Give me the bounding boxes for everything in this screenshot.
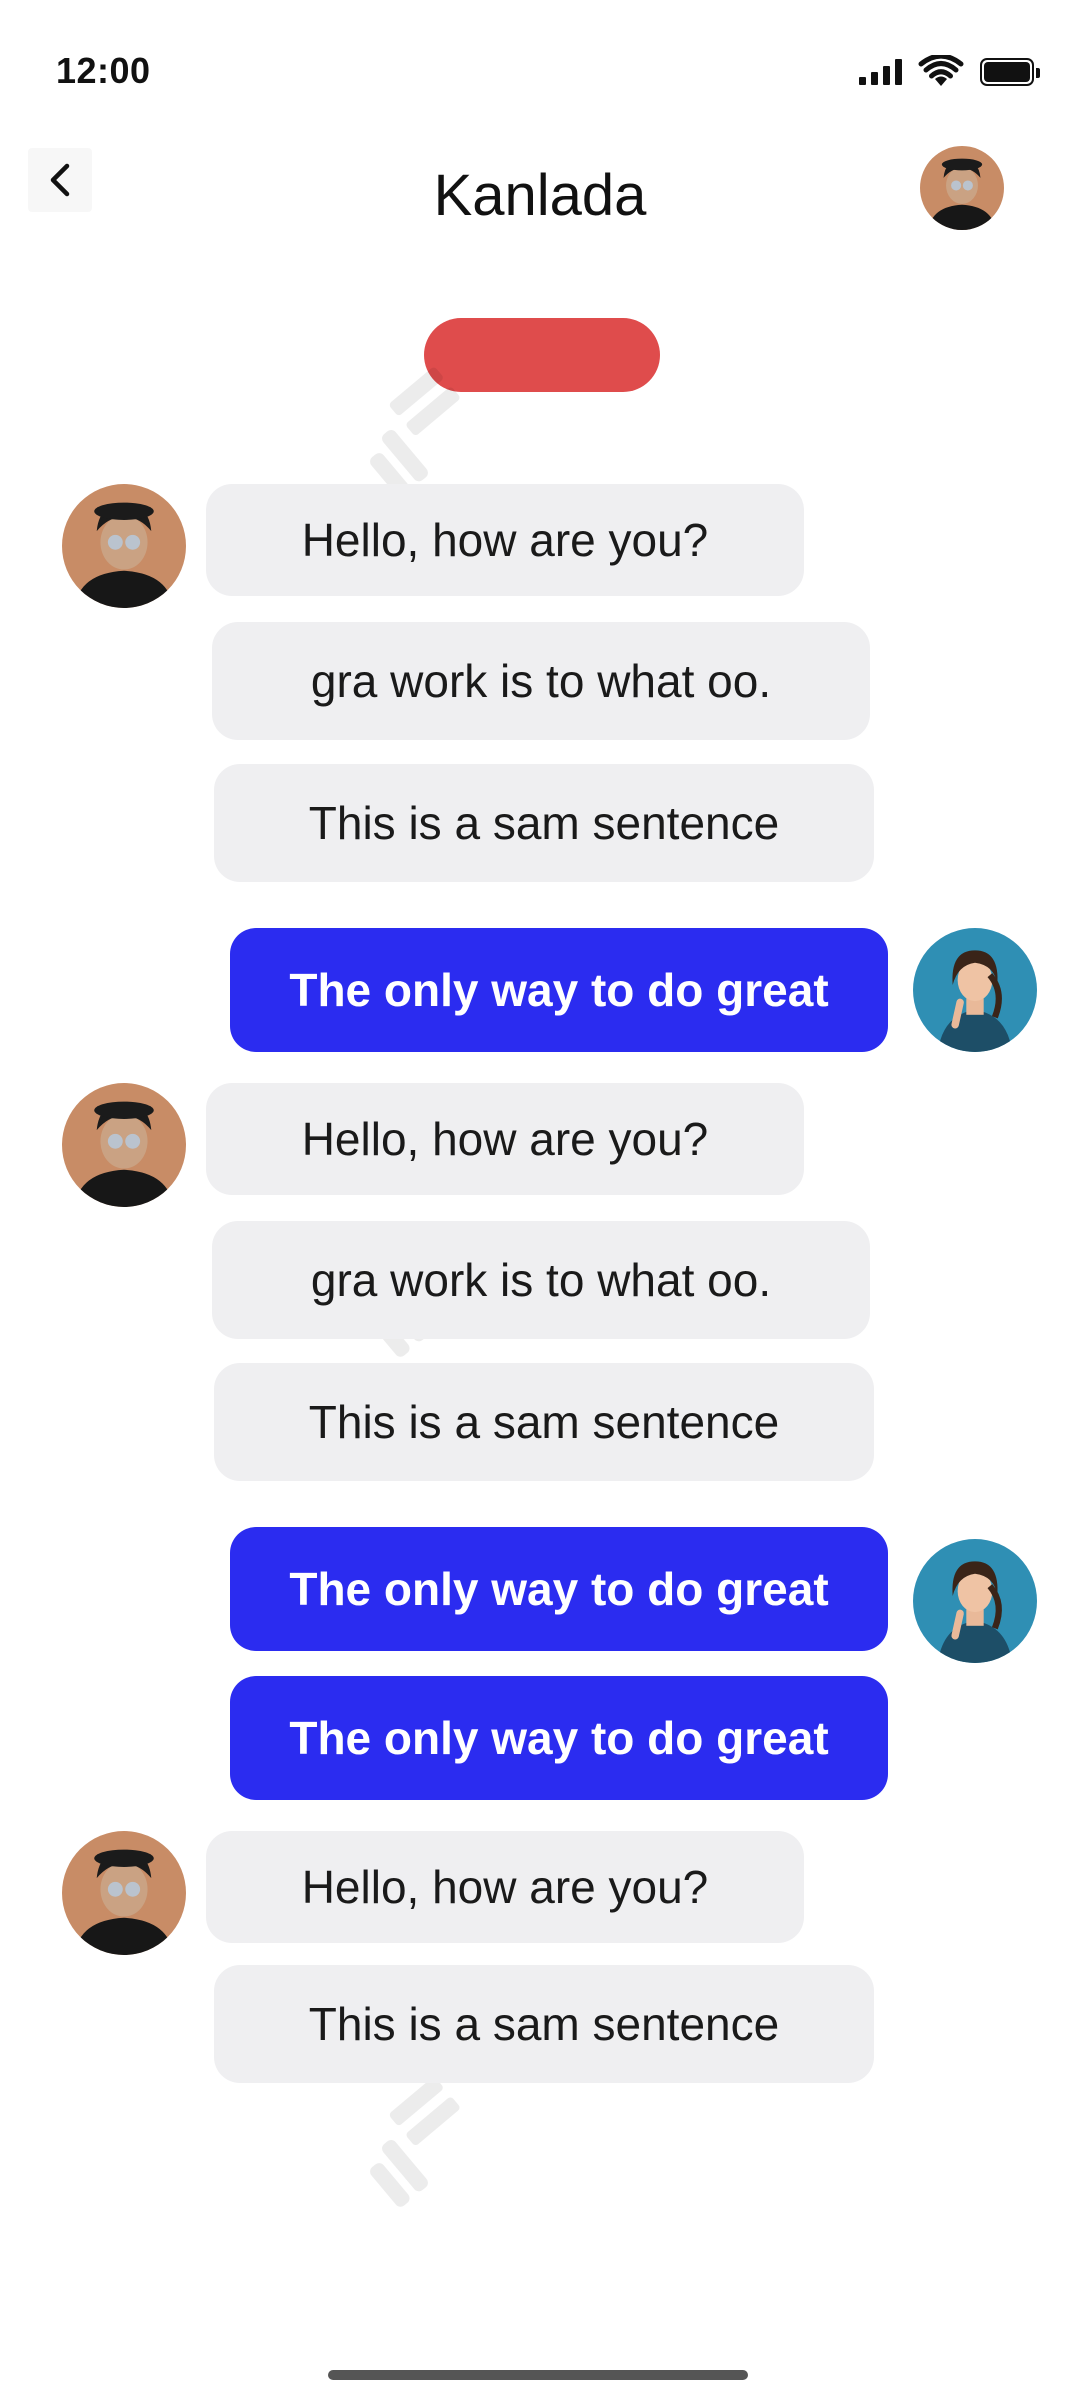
status-pill	[424, 318, 660, 392]
home-indicator[interactable]	[328, 2370, 748, 2380]
outgoing-message-bubble[interactable]: The only way to do great	[230, 1527, 888, 1651]
incoming-message-bubble[interactable]: Hello, how are you?	[206, 1831, 804, 1943]
incoming-message-bubble[interactable]: This is a sam sentence	[214, 1965, 874, 2083]
contact-photo	[62, 1831, 186, 1955]
status-bar: 12:00	[0, 0, 1080, 140]
incoming-message-bubble[interactable]: This is a sam sentence	[214, 764, 874, 882]
status-icons	[859, 54, 1040, 90]
contact-avatar[interactable]	[62, 1831, 186, 1955]
contact-photo	[62, 484, 186, 608]
incoming-message-bubble[interactable]: Hello, how are you?	[206, 1083, 804, 1195]
page-title: Kanlada	[433, 163, 647, 228]
status-time: 12:00	[56, 50, 151, 91]
contact-avatar[interactable]	[62, 1083, 186, 1207]
chat-screen: 12:00 Kanlada Hello, how are you? gra wo…	[0, 0, 1080, 2400]
contact-avatar[interactable]	[62, 484, 186, 608]
my-avatar[interactable]	[913, 928, 1037, 1052]
outgoing-message-bubble[interactable]: The only way to do great	[230, 928, 888, 1052]
incoming-message-bubble[interactable]: gra work is to what oo.	[212, 622, 870, 740]
my-photo	[913, 1539, 1037, 1663]
incoming-message-bubble[interactable]: gra work is to what oo.	[212, 1221, 870, 1339]
my-photo	[913, 928, 1037, 1052]
my-avatar[interactable]	[913, 1539, 1037, 1663]
signal-icon	[859, 59, 902, 85]
battery-icon	[980, 58, 1040, 86]
outgoing-message-bubble[interactable]: The only way to do great	[230, 1676, 888, 1800]
contact-avatar[interactable]	[920, 146, 1004, 230]
contact-photo	[62, 1083, 186, 1207]
wifi-icon	[918, 55, 964, 86]
incoming-message-bubble[interactable]: Hello, how are you?	[206, 484, 804, 596]
contact-photo	[920, 146, 1004, 230]
chat-header: Kanlada	[0, 140, 1080, 260]
incoming-message-bubble[interactable]: This is a sam sentence	[214, 1363, 874, 1481]
